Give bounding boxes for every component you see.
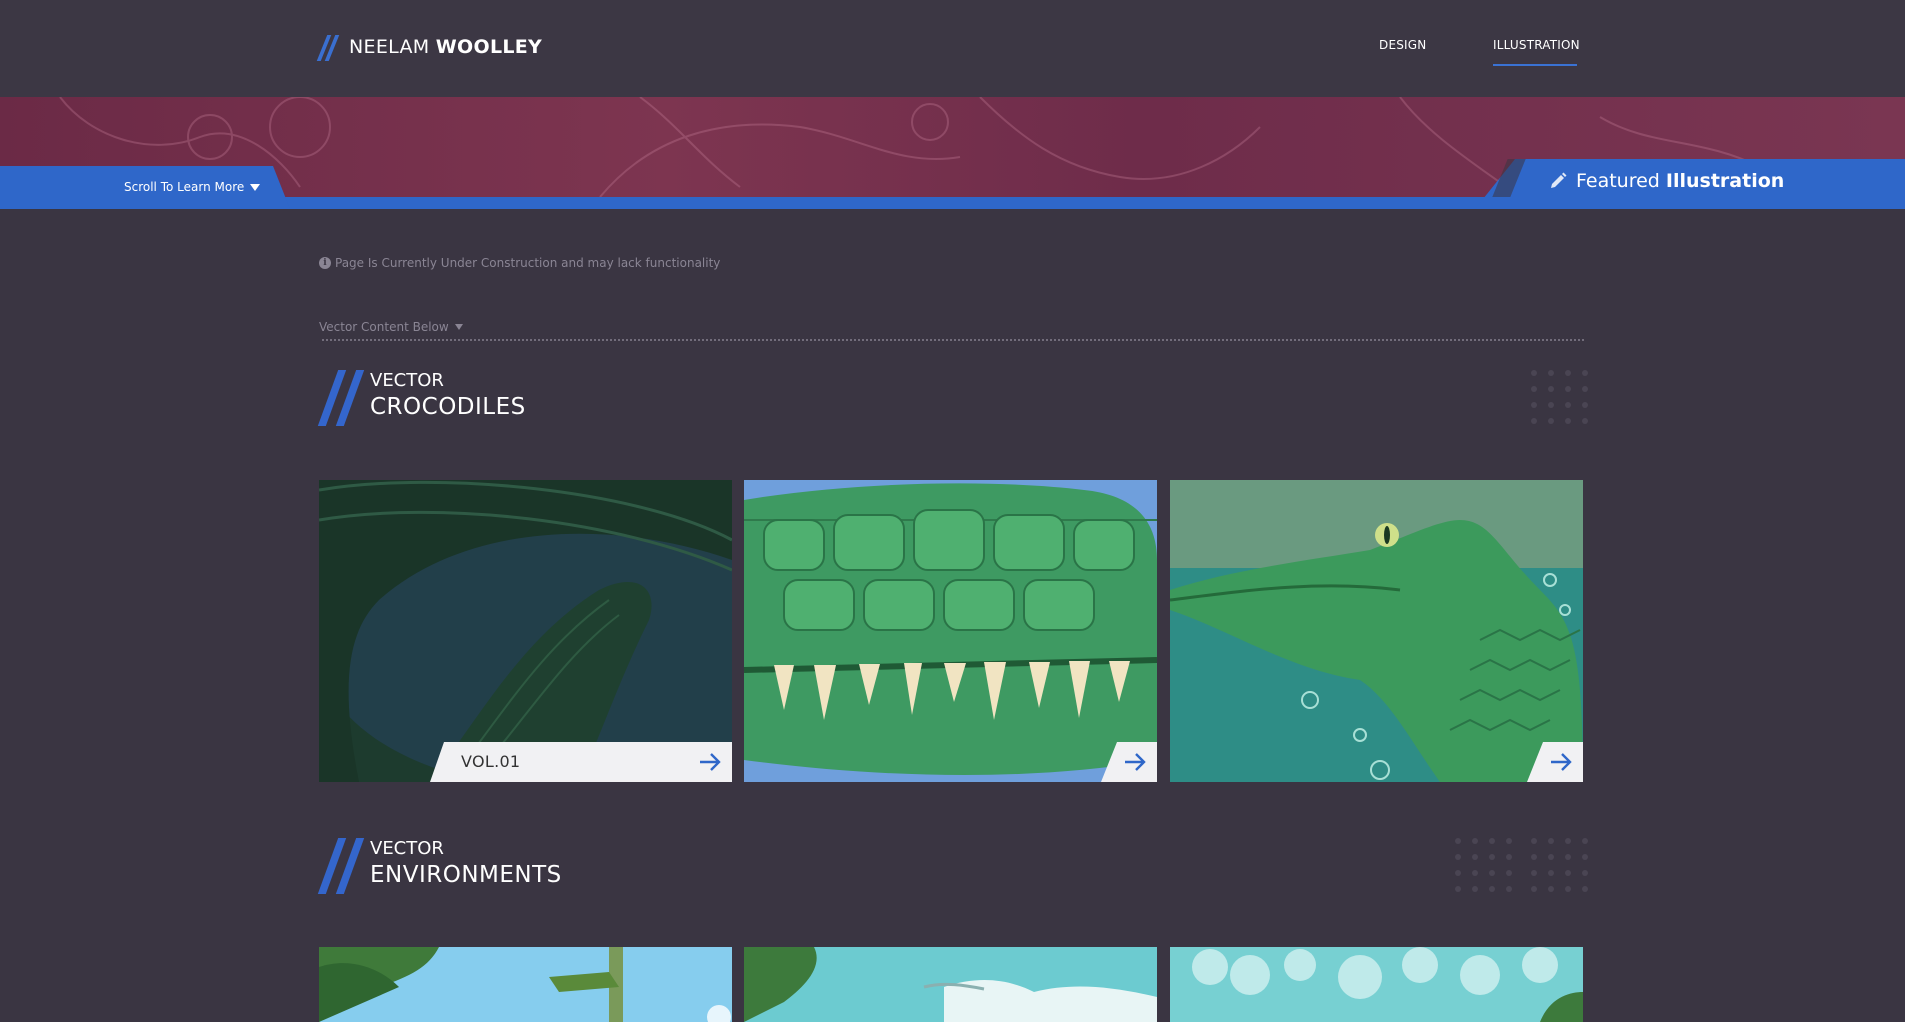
- crocodile-card-1[interactable]: VOL.01: [319, 480, 732, 782]
- dots-decoration: [1531, 370, 1588, 424]
- site-logo[interactable]: NEELAM WOOLLEY: [316, 33, 542, 61]
- featured-strong: Illustration: [1665, 170, 1785, 192]
- construction-notice: i Page Is Currently Under Construction a…: [319, 256, 720, 270]
- crocodile-underwater-image: [319, 480, 732, 782]
- section-slashes-icon: [317, 370, 369, 426]
- section-title: CROCODILES: [370, 394, 526, 420]
- logo-slashes-icon: [316, 33, 343, 61]
- logo-last-name: WOOLLEY: [435, 36, 543, 58]
- caret-down-icon: [454, 324, 463, 330]
- environment-card-2[interactable]: [744, 947, 1157, 1022]
- arrow-right-icon[interactable]: [1123, 751, 1147, 773]
- crocodile-card-3[interactable]: [1170, 480, 1583, 782]
- river-environment-image: [744, 947, 1157, 1022]
- section-heading-crocodiles: VECTOR CROCODILES: [317, 370, 526, 426]
- featured-prefix: Featured: [1576, 170, 1660, 192]
- content-hint-label: Vector Content Below: [319, 320, 449, 334]
- crocodile-card-2[interactable]: [744, 480, 1157, 782]
- notice-text: Page Is Currently Under Construction and…: [335, 256, 721, 270]
- section-heading-environments: VECTOR ENVIRONMENTS: [317, 838, 562, 894]
- scroll-label: Scroll To Learn More: [124, 180, 245, 194]
- caret-down-icon: [250, 183, 261, 191]
- environment-card-1[interactable]: [319, 947, 732, 1022]
- arrow-right-icon[interactable]: [1549, 751, 1573, 773]
- content-hint[interactable]: Vector Content Below: [319, 320, 463, 334]
- dots-decoration: [1455, 838, 1512, 892]
- section-title: ENVIRONMENTS: [370, 862, 562, 888]
- dots-decoration: [1531, 838, 1588, 892]
- section-subtitle: VECTOR: [370, 838, 444, 859]
- sky-environment-image: [1170, 947, 1583, 1022]
- environment-card-3[interactable]: [1170, 947, 1583, 1022]
- arrow-right-icon[interactable]: [698, 751, 722, 773]
- pencil-icon: [1551, 172, 1567, 188]
- site-header: NEELAM WOOLLEY DESIGN ILLUSTRATION: [0, 0, 1905, 97]
- card-volume-label: VOL.01: [461, 752, 521, 771]
- forest-environment-image: [319, 947, 732, 1022]
- divider: [322, 339, 1584, 341]
- featured-illustration-label: Featured Illustration: [1548, 170, 1784, 192]
- logo-first-name: NEELAM: [349, 36, 430, 58]
- scroll-to-learn-more[interactable]: Scroll To Learn More: [124, 180, 261, 194]
- info-icon: i: [319, 257, 331, 269]
- nav-active-indicator: [1493, 64, 1577, 66]
- crocodile-head-image: [1170, 480, 1583, 782]
- crocodile-teeth-image: [744, 480, 1157, 782]
- nav-illustration[interactable]: ILLUSTRATION: [1493, 38, 1580, 52]
- card-label[interactable]: VOL.01: [430, 742, 732, 782]
- section-slashes-icon: [317, 838, 369, 894]
- nav-design[interactable]: DESIGN: [1379, 38, 1426, 52]
- section-subtitle: VECTOR: [370, 370, 444, 391]
- logo-name: NEELAM WOOLLEY: [349, 36, 542, 58]
